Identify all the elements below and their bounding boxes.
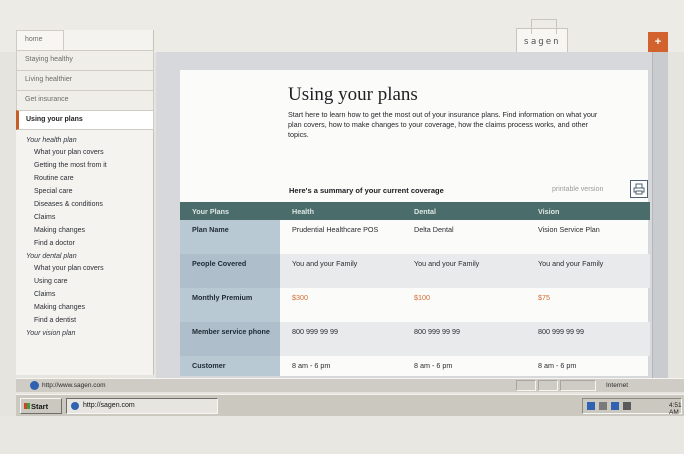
monitor-icon[interactable]: [611, 402, 619, 410]
table-row: Member service phone 800 999 99 99 800 9…: [180, 322, 650, 356]
subnav-item[interactable]: Find a doctor: [16, 237, 154, 250]
table-row: People Covered You and your Family You a…: [180, 254, 650, 288]
row-label: People Covered: [180, 254, 280, 288]
tools-button[interactable]: +: [648, 32, 668, 52]
table-cell: You and your Family: [280, 254, 402, 288]
table-cell: 800 999 99 99: [280, 322, 402, 356]
security-zone: Internet: [606, 382, 629, 389]
table-cell: Delta Dental: [414, 225, 454, 234]
table-header-row: Your Plans Health Dental Vision: [180, 202, 650, 220]
clock: 4:51 AM: [669, 402, 682, 416]
network-icon[interactable]: [587, 402, 595, 410]
status-segment: [538, 380, 558, 391]
summary-heading: Here's a summary of your current coverag…: [289, 186, 444, 195]
subnav-item[interactable]: Claims: [16, 211, 154, 224]
subnav-heading-dental[interactable]: Your dental plan: [16, 250, 154, 262]
row-label: Monthly Premium: [180, 288, 280, 322]
browser-status-bar: http://www.sagen.com Internet: [16, 378, 684, 392]
start-button[interactable]: Start: [20, 398, 62, 414]
table-cell: Prudential Healthcare POS: [292, 225, 379, 234]
subnav-heading-health[interactable]: Your health plan: [16, 134, 154, 146]
subnav-item[interactable]: Routine care: [16, 172, 154, 185]
taskbar-browser-button[interactable]: http://sagen.com: [66, 398, 218, 414]
table-cell: 8 am - 6 pm: [414, 361, 453, 370]
subnav-item[interactable]: What your plan covers: [16, 262, 154, 275]
taskbar: Start http://sagen.com 4:51 AM: [16, 394, 684, 416]
system-tray: 4:51 AM: [582, 398, 682, 416]
table-cell: Vision Service Plan: [538, 225, 600, 234]
row-label: Customer: [180, 356, 280, 376]
table-cell: You and your Family: [402, 254, 526, 288]
status-url: http://www.sagen.com: [42, 382, 106, 389]
column-header: Vision: [526, 202, 650, 220]
row-label: Member service phone: [180, 322, 280, 356]
nav-tab-staying-healthy[interactable]: Staying healthy: [16, 50, 154, 70]
table-cell: 800 999 99 99: [402, 322, 526, 356]
nav-tab-living-healthier[interactable]: Living healthier: [16, 70, 154, 90]
column-header: Health: [280, 202, 402, 220]
subnav-item[interactable]: Find a dentist: [16, 314, 154, 327]
subnav-item[interactable]: Making changes: [16, 224, 154, 237]
printer-icon[interactable]: [630, 180, 648, 198]
table-cell: 8 am - 6 pm: [538, 361, 577, 370]
desktop-area: [0, 416, 684, 454]
coverage-table: Your Plans Health Dental Vision Plan Nam…: [180, 202, 650, 376]
page-title: Using your plans: [288, 84, 418, 105]
subnav-item[interactable]: Claims: [16, 288, 154, 301]
row-label: Plan Name: [180, 220, 280, 254]
volume-icon[interactable]: [599, 402, 607, 410]
ie-page-icon: [30, 381, 39, 390]
status-segment: [516, 380, 536, 391]
subnav-item[interactable]: Making changes: [16, 301, 154, 314]
table-row: Monthly Premium $300 $100 $75: [180, 288, 650, 322]
vertical-scrollbar[interactable]: [652, 52, 668, 378]
subnav: Your health plan What your plan covers G…: [16, 134, 154, 339]
intro-text: Start here to learn how to get the most …: [288, 110, 598, 139]
printable-version-link[interactable]: printable version: [552, 186, 603, 193]
subnav-item[interactable]: Using care: [16, 275, 154, 288]
status-segment: [560, 380, 596, 391]
table-row: Customer 8 am - 6 pm 8 am - 6 pm 8 am - …: [180, 356, 650, 376]
tray-icon[interactable]: [623, 402, 631, 410]
subnav-item[interactable]: Special care: [16, 185, 154, 198]
premium-cell: $75: [538, 293, 550, 302]
subnav-item[interactable]: Getting the most from it: [16, 159, 154, 172]
subnav-heading-vision[interactable]: Your vision plan: [16, 327, 154, 339]
nav-tab-using-your-plans[interactable]: Using your plans: [16, 110, 154, 130]
table-cell: You and your Family: [526, 254, 650, 288]
table-cell: 800 999 99 99: [526, 322, 650, 356]
subnav-item[interactable]: What your plan covers: [16, 146, 154, 159]
subnav-item[interactable]: Diseases & conditions: [16, 198, 154, 211]
table-cell: 8 am - 6 pm: [292, 361, 331, 370]
nav-tab-home[interactable]: home: [16, 30, 64, 50]
premium-cell: $300: [292, 293, 308, 302]
top-nav-tabs: home Staying healthy Living healthier Ge…: [16, 30, 154, 130]
column-header: Dental: [402, 202, 526, 220]
premium-cell: $100: [414, 293, 430, 302]
nav-tab-get-insurance[interactable]: Get insurance: [16, 90, 154, 110]
column-header: Your Plans: [180, 202, 280, 220]
table-row: Plan Name Prudential Healthcare POS Delt…: [180, 220, 650, 254]
